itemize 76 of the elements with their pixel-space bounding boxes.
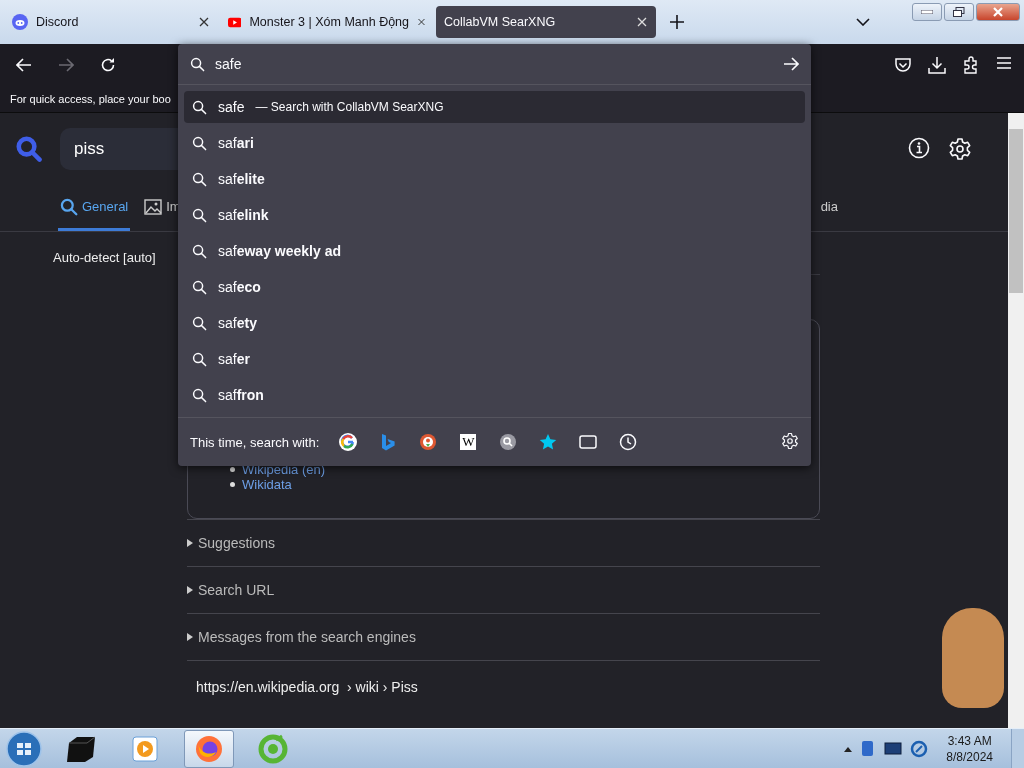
close-button[interactable]: [976, 3, 1020, 21]
puzzle-icon[interactable]: [962, 56, 980, 74]
forward-arrow-icon[interactable]: [58, 58, 74, 72]
suggestion-item[interactable]: saffron: [184, 377, 805, 413]
go-arrow-icon[interactable]: [783, 57, 799, 71]
bullet-icon: [230, 482, 235, 487]
image-icon: [144, 198, 163, 215]
search-icon: [192, 387, 207, 403]
suggestion-item[interactable]: safety: [184, 305, 805, 341]
caret-up-icon[interactable]: [844, 746, 853, 752]
suggestion-item[interactable]: safelite: [184, 161, 805, 197]
duck-icon[interactable]: [419, 433, 438, 451]
network-icon[interactable]: [910, 740, 929, 758]
search-icon: [192, 99, 207, 115]
collapsible-section[interactable]: Search URL: [187, 566, 820, 613]
address-field[interactable]: safe: [215, 56, 773, 72]
g-ring-icon[interactable]: [339, 433, 358, 451]
menu-icon[interactable]: [996, 56, 1012, 70]
search-icon: [60, 197, 78, 216]
bing-icon[interactable]: [381, 433, 396, 451]
search-with-label: This time, search with:: [190, 434, 320, 450]
bullet-icon: [230, 467, 235, 472]
infobox-link[interactable]: Wikidata: [242, 477, 292, 492]
minimize-icon[interactable]: [921, 10, 933, 14]
scrollbar-thumb[interactable]: [1009, 129, 1023, 293]
reload-icon[interactable]: [100, 57, 116, 73]
bookmarks-bar-hint: For quick access, place your boo: [10, 93, 171, 105]
category-tab[interactable]: General: [58, 185, 131, 231]
taskbar-app[interactable]: [184, 730, 234, 768]
search-icon[interactable]: [499, 433, 518, 451]
restore-icon[interactable]: [953, 7, 965, 17]
wiki-tile-icon[interactable]: W: [460, 434, 477, 450]
search-icon: [190, 56, 205, 72]
back-arrow-icon[interactable]: [16, 58, 32, 72]
suggestion-item[interactable]: safari: [184, 125, 805, 161]
collapsible-section[interactable]: Messages from the search engines: [187, 613, 820, 660]
star-icon[interactable]: [539, 433, 558, 451]
category-tab[interactable]: dia: [818, 185, 840, 231]
browser-tab[interactable]: Discord: [4, 6, 218, 38]
monitor-icon[interactable]: [884, 742, 903, 756]
box-icon[interactable]: [65, 735, 97, 763]
search-icon: [192, 135, 207, 151]
pocket-icon[interactable]: [894, 56, 912, 74]
suggestion-item[interactable]: safe — Search with CollabVM SearXNG: [184, 91, 805, 123]
collapsible-section[interactable]: Suggestions: [187, 519, 820, 566]
clock[interactable]: 3:43 AM 8/8/2024: [936, 733, 1003, 765]
info-icon[interactable]: [908, 137, 930, 159]
download-icon[interactable]: [928, 56, 946, 74]
play-icon: [228, 15, 242, 29]
start-orb-icon[interactable]: [6, 731, 42, 767]
suggestion-item[interactable]: safelink: [184, 197, 805, 233]
search-icon: [192, 315, 207, 331]
settings-icon[interactable]: [781, 431, 799, 450]
firefox-icon[interactable]: [194, 734, 224, 764]
restore-button[interactable]: [944, 3, 974, 21]
suggestion-item[interactable]: safer: [184, 341, 805, 377]
suggestion-item[interactable]: safeco: [184, 269, 805, 305]
search-icon: [192, 207, 207, 223]
scrollbar[interactable]: [1008, 113, 1024, 728]
search-icon: [192, 171, 207, 187]
plus-icon[interactable]: [670, 15, 684, 29]
clock-icon[interactable]: [619, 433, 638, 451]
browser-tab[interactable]: Monster 3 | Xóm Manh Động: [220, 6, 434, 38]
browser-tab[interactable]: CollabVM SearXNG: [436, 6, 656, 38]
search-icon: [192, 243, 207, 259]
result-url: https://en.wikipedia.org › wiki › Piss: [196, 679, 418, 695]
search-icon: [192, 279, 207, 295]
discord-icon: [12, 14, 28, 30]
close-icon[interactable]: [198, 16, 210, 28]
search-logo-icon: [16, 136, 42, 162]
suggestion-item[interactable]: safeway weekly ad: [184, 233, 805, 269]
settings-icon[interactable]: [948, 137, 972, 161]
search-icon: [192, 351, 207, 367]
tab-icon[interactable]: [579, 435, 598, 449]
chevron-down-icon[interactable]: [856, 18, 870, 26]
language-selector[interactable]: Auto-detect [auto]: [53, 250, 156, 265]
